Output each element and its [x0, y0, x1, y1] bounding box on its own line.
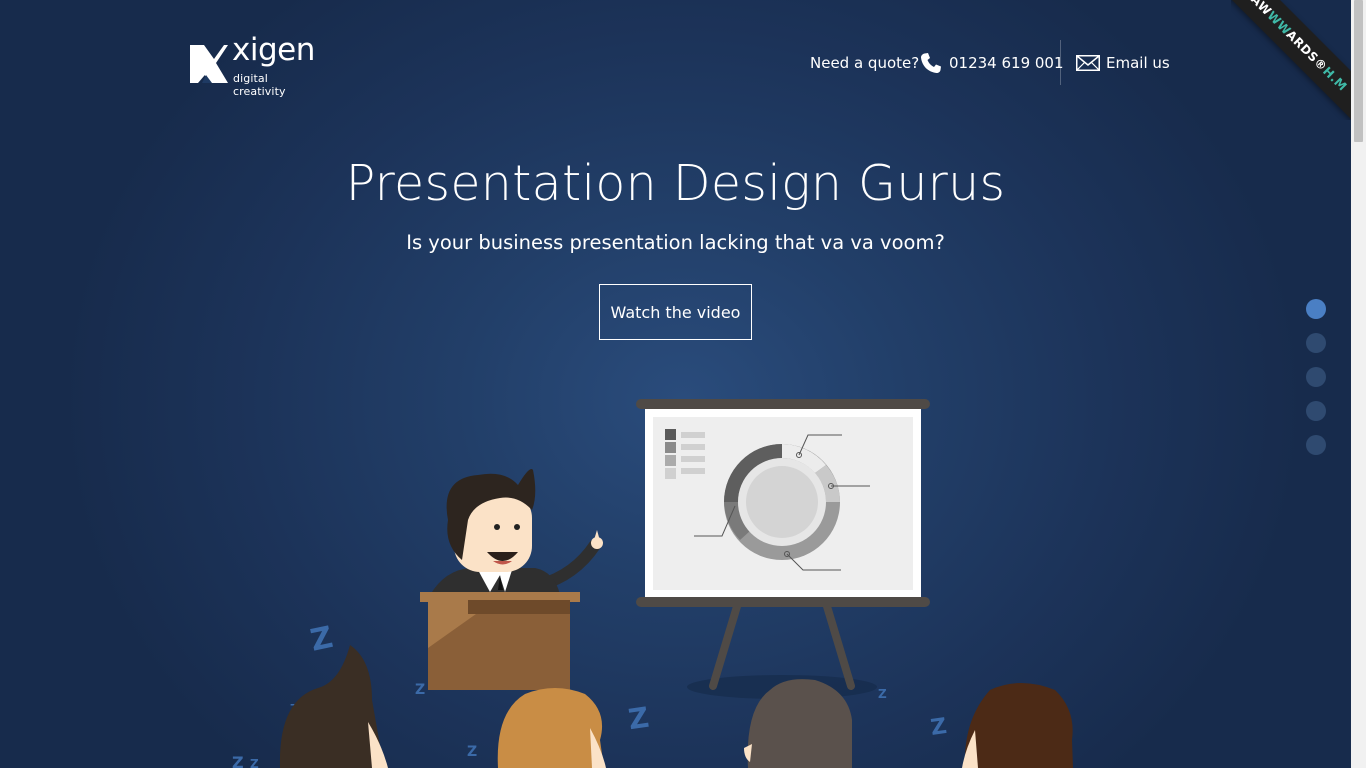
svg-text:Z: Z: [415, 682, 425, 698]
hero-illustration: Z Z Z Z Z Z Z Z Z: [232, 399, 1073, 768]
audience-heads: [279, 645, 1073, 768]
svg-text:Z: Z: [626, 701, 651, 737]
podium: [420, 592, 580, 690]
svg-text:Z: Z: [467, 744, 477, 760]
presenter-figure: [430, 469, 603, 595]
svg-text:Z: Z: [250, 757, 259, 768]
svg-text:Z: Z: [878, 687, 887, 701]
svg-text:Z: Z: [307, 620, 336, 659]
svg-text:Z: Z: [232, 753, 244, 768]
svg-text:Z: Z: [929, 714, 948, 741]
scrollbar[interactable]: [1351, 0, 1366, 768]
scrollbar-thumb[interactable]: [1354, 0, 1363, 142]
